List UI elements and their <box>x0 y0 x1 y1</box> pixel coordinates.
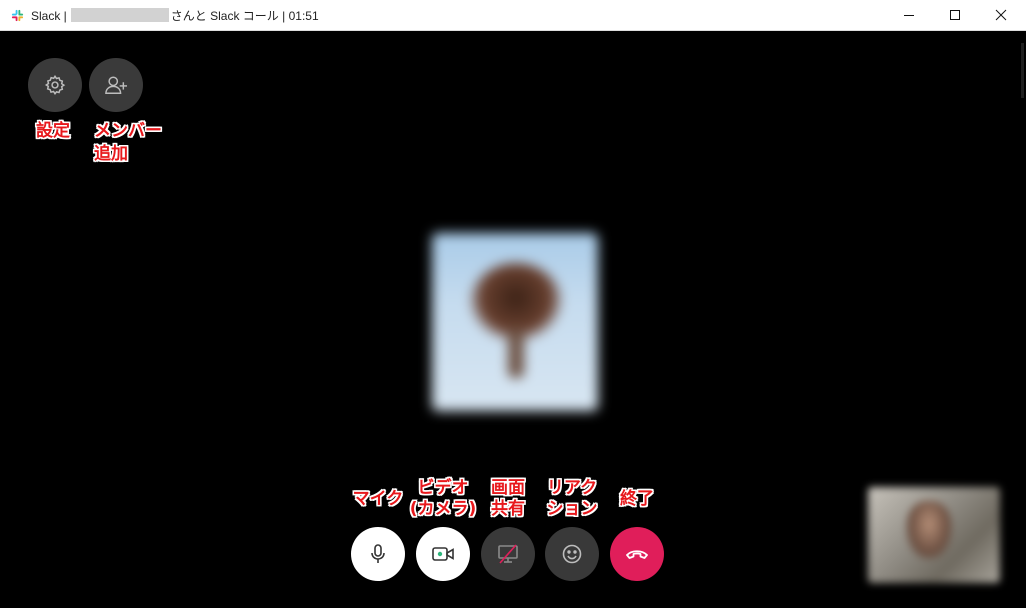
screen-share-button[interactable] <box>481 527 535 581</box>
redacted-name <box>70 8 169 22</box>
minimize-button[interactable] <box>886 0 932 30</box>
gear-icon <box>44 74 66 95</box>
maximize-button[interactable] <box>932 0 978 30</box>
annotation-add-member-line2: 追加 <box>94 144 128 164</box>
close-button[interactable] <box>978 0 1024 30</box>
video-button[interactable] <box>416 527 470 581</box>
maximize-icon <box>950 10 960 20</box>
video-camera-icon <box>432 547 454 561</box>
self-video-face <box>906 501 952 559</box>
close-icon <box>995 9 1007 21</box>
annotation-share-line2: 共有 <box>491 499 525 519</box>
participant-avatar <box>432 233 598 411</box>
annotation-add-member-line1: メンバー <box>94 121 162 141</box>
window-titlebar: Slack | さんと Slack コール | 01:51 <box>0 0 1026 31</box>
annotation-settings: 設定 <box>36 121 70 141</box>
window-title: Slack | さんと Slack コール | 01:51 <box>31 8 319 24</box>
annotation-reaction-line1: リアク <box>546 478 598 498</box>
end-call-button[interactable] <box>610 527 664 581</box>
microphone-icon <box>371 544 385 563</box>
add-user-icon <box>105 76 127 94</box>
slack-logo-icon <box>11 9 24 22</box>
scrollbar[interactable] <box>1021 43 1024 98</box>
avatar-image-stem <box>508 328 524 378</box>
add-member-button[interactable] <box>89 58 143 112</box>
window-title-prefix: Slack | <box>31 9 67 23</box>
screen-share-off-icon <box>498 544 518 564</box>
self-video-preview <box>868 487 1000 583</box>
mic-button[interactable] <box>351 527 405 581</box>
annotation-video-line2: (カメラ) <box>409 499 477 519</box>
annotation-reaction-line2: ション <box>546 499 598 519</box>
annotation-end: 終了 <box>620 489 654 509</box>
minimize-icon <box>904 15 914 16</box>
hang-up-icon <box>626 550 648 559</box>
annotation-share-line1: 画面 <box>491 478 525 498</box>
annotation-video-line1: ビデオ <box>417 478 469 498</box>
annotation-mic: マイク <box>352 489 404 509</box>
window-title-suffix: さんと Slack コール | 01:51 <box>170 9 319 23</box>
reaction-button[interactable] <box>545 527 599 581</box>
smiley-icon <box>562 544 582 564</box>
settings-button[interactable] <box>28 58 82 112</box>
